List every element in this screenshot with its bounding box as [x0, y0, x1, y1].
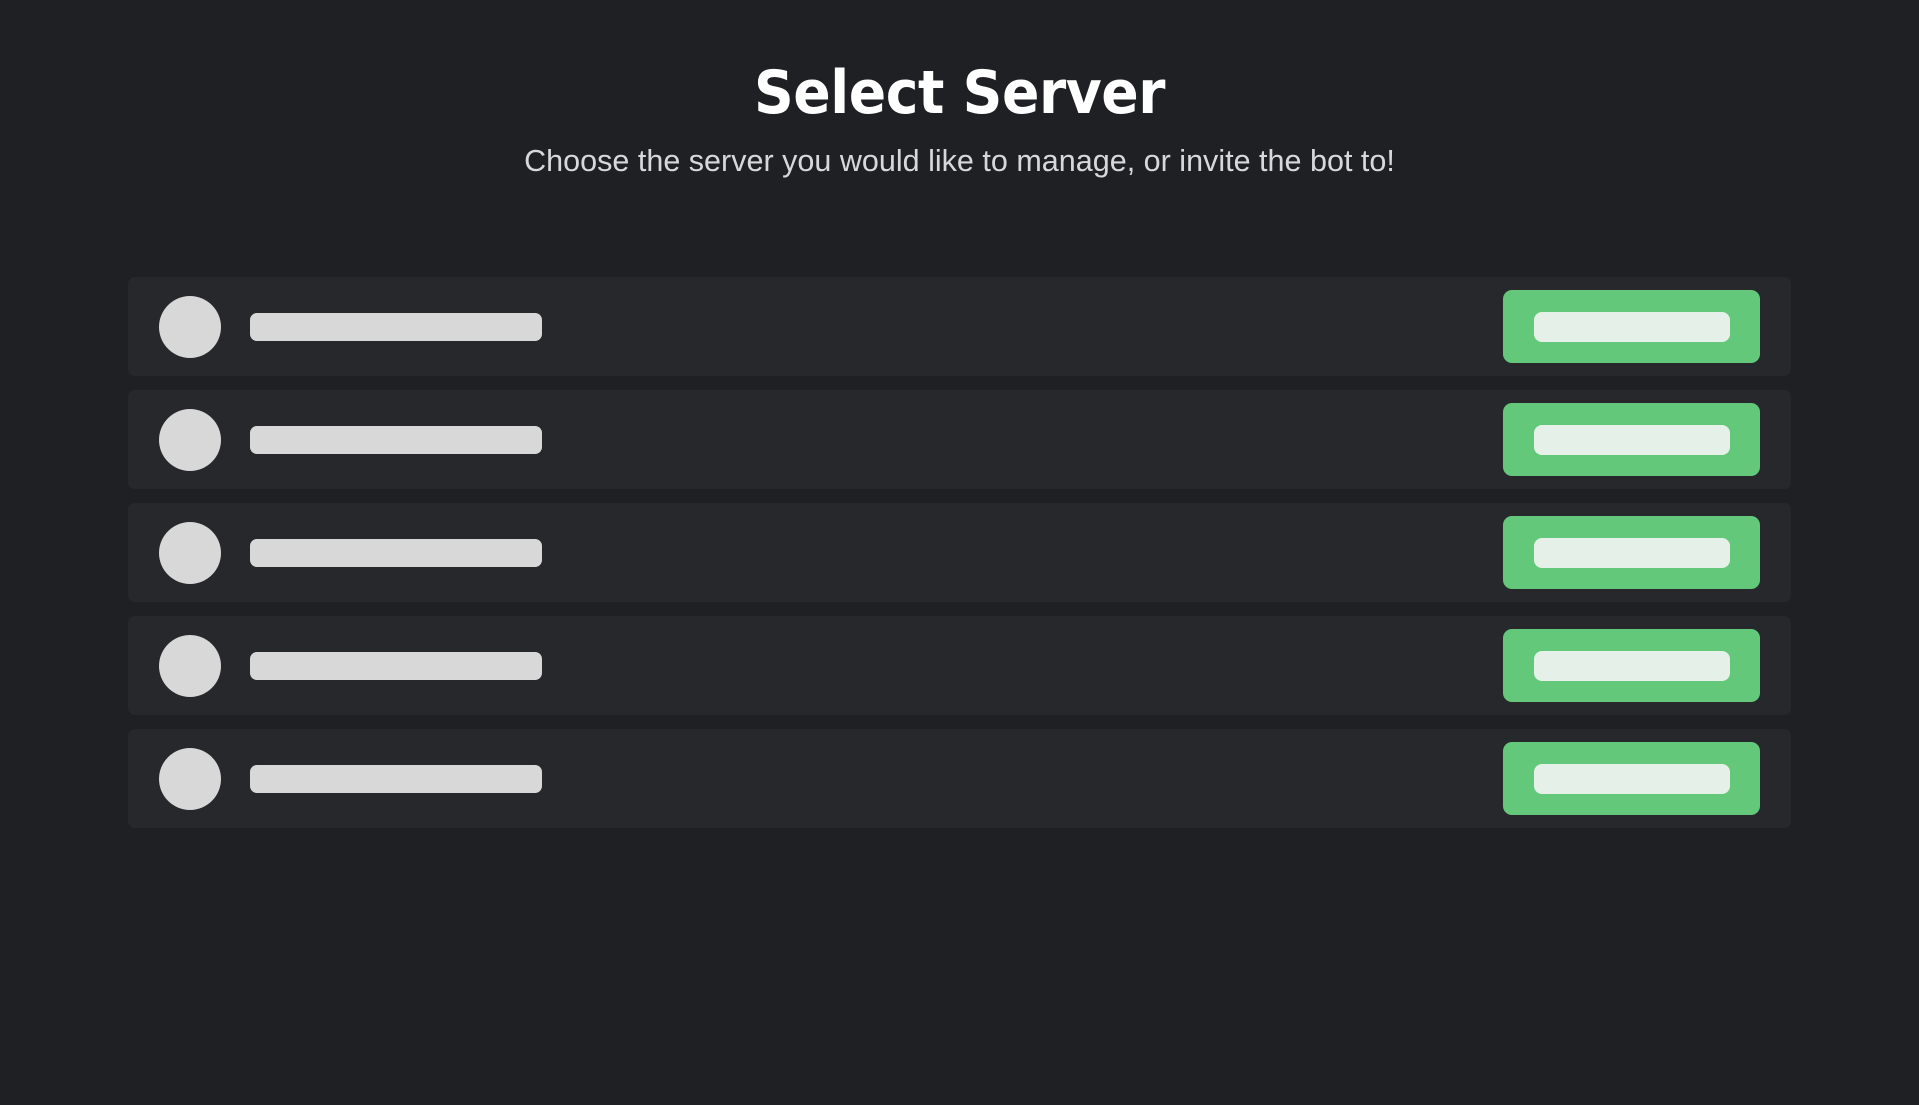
server-list — [128, 277, 1791, 829]
manage-server-button[interactable] — [1503, 516, 1760, 590]
manage-button-label-skeleton — [1533, 650, 1730, 681]
server-avatar-skeleton-icon — [159, 295, 221, 358]
manage-button-label-skeleton — [1533, 537, 1730, 568]
server-name-skeleton — [250, 764, 542, 793]
server-avatar-skeleton-icon — [159, 521, 221, 584]
server-name-skeleton — [250, 538, 542, 567]
manage-server-button[interactable] — [1503, 403, 1760, 477]
select-server-page: Select Server Choose the server you woul… — [0, 0, 1919, 1105]
server-list-item[interactable] — [128, 277, 1791, 377]
manage-button-label-skeleton — [1533, 311, 1730, 342]
server-avatar-skeleton-icon — [159, 408, 221, 471]
manage-button-label-skeleton — [1533, 424, 1730, 455]
manage-server-button[interactable] — [1503, 629, 1760, 703]
page-header: Select Server Choose the server you woul… — [0, 62, 1919, 179]
manage-button-label-skeleton — [1533, 763, 1730, 794]
page-title: Select Server — [754, 58, 1165, 128]
manage-server-button[interactable] — [1503, 742, 1760, 816]
manage-server-button[interactable] — [1503, 290, 1760, 364]
server-list-item[interactable] — [128, 503, 1791, 603]
server-name-skeleton — [250, 651, 542, 680]
server-avatar-skeleton-icon — [159, 634, 221, 697]
server-avatar-skeleton-icon — [159, 747, 221, 810]
server-list-item[interactable] — [128, 729, 1791, 829]
page-subtitle: Choose the server you would like to mana… — [524, 143, 1395, 178]
server-name-skeleton — [250, 312, 542, 341]
server-name-skeleton — [250, 425, 542, 454]
server-list-item[interactable] — [128, 616, 1791, 716]
server-list-item[interactable] — [128, 390, 1791, 490]
